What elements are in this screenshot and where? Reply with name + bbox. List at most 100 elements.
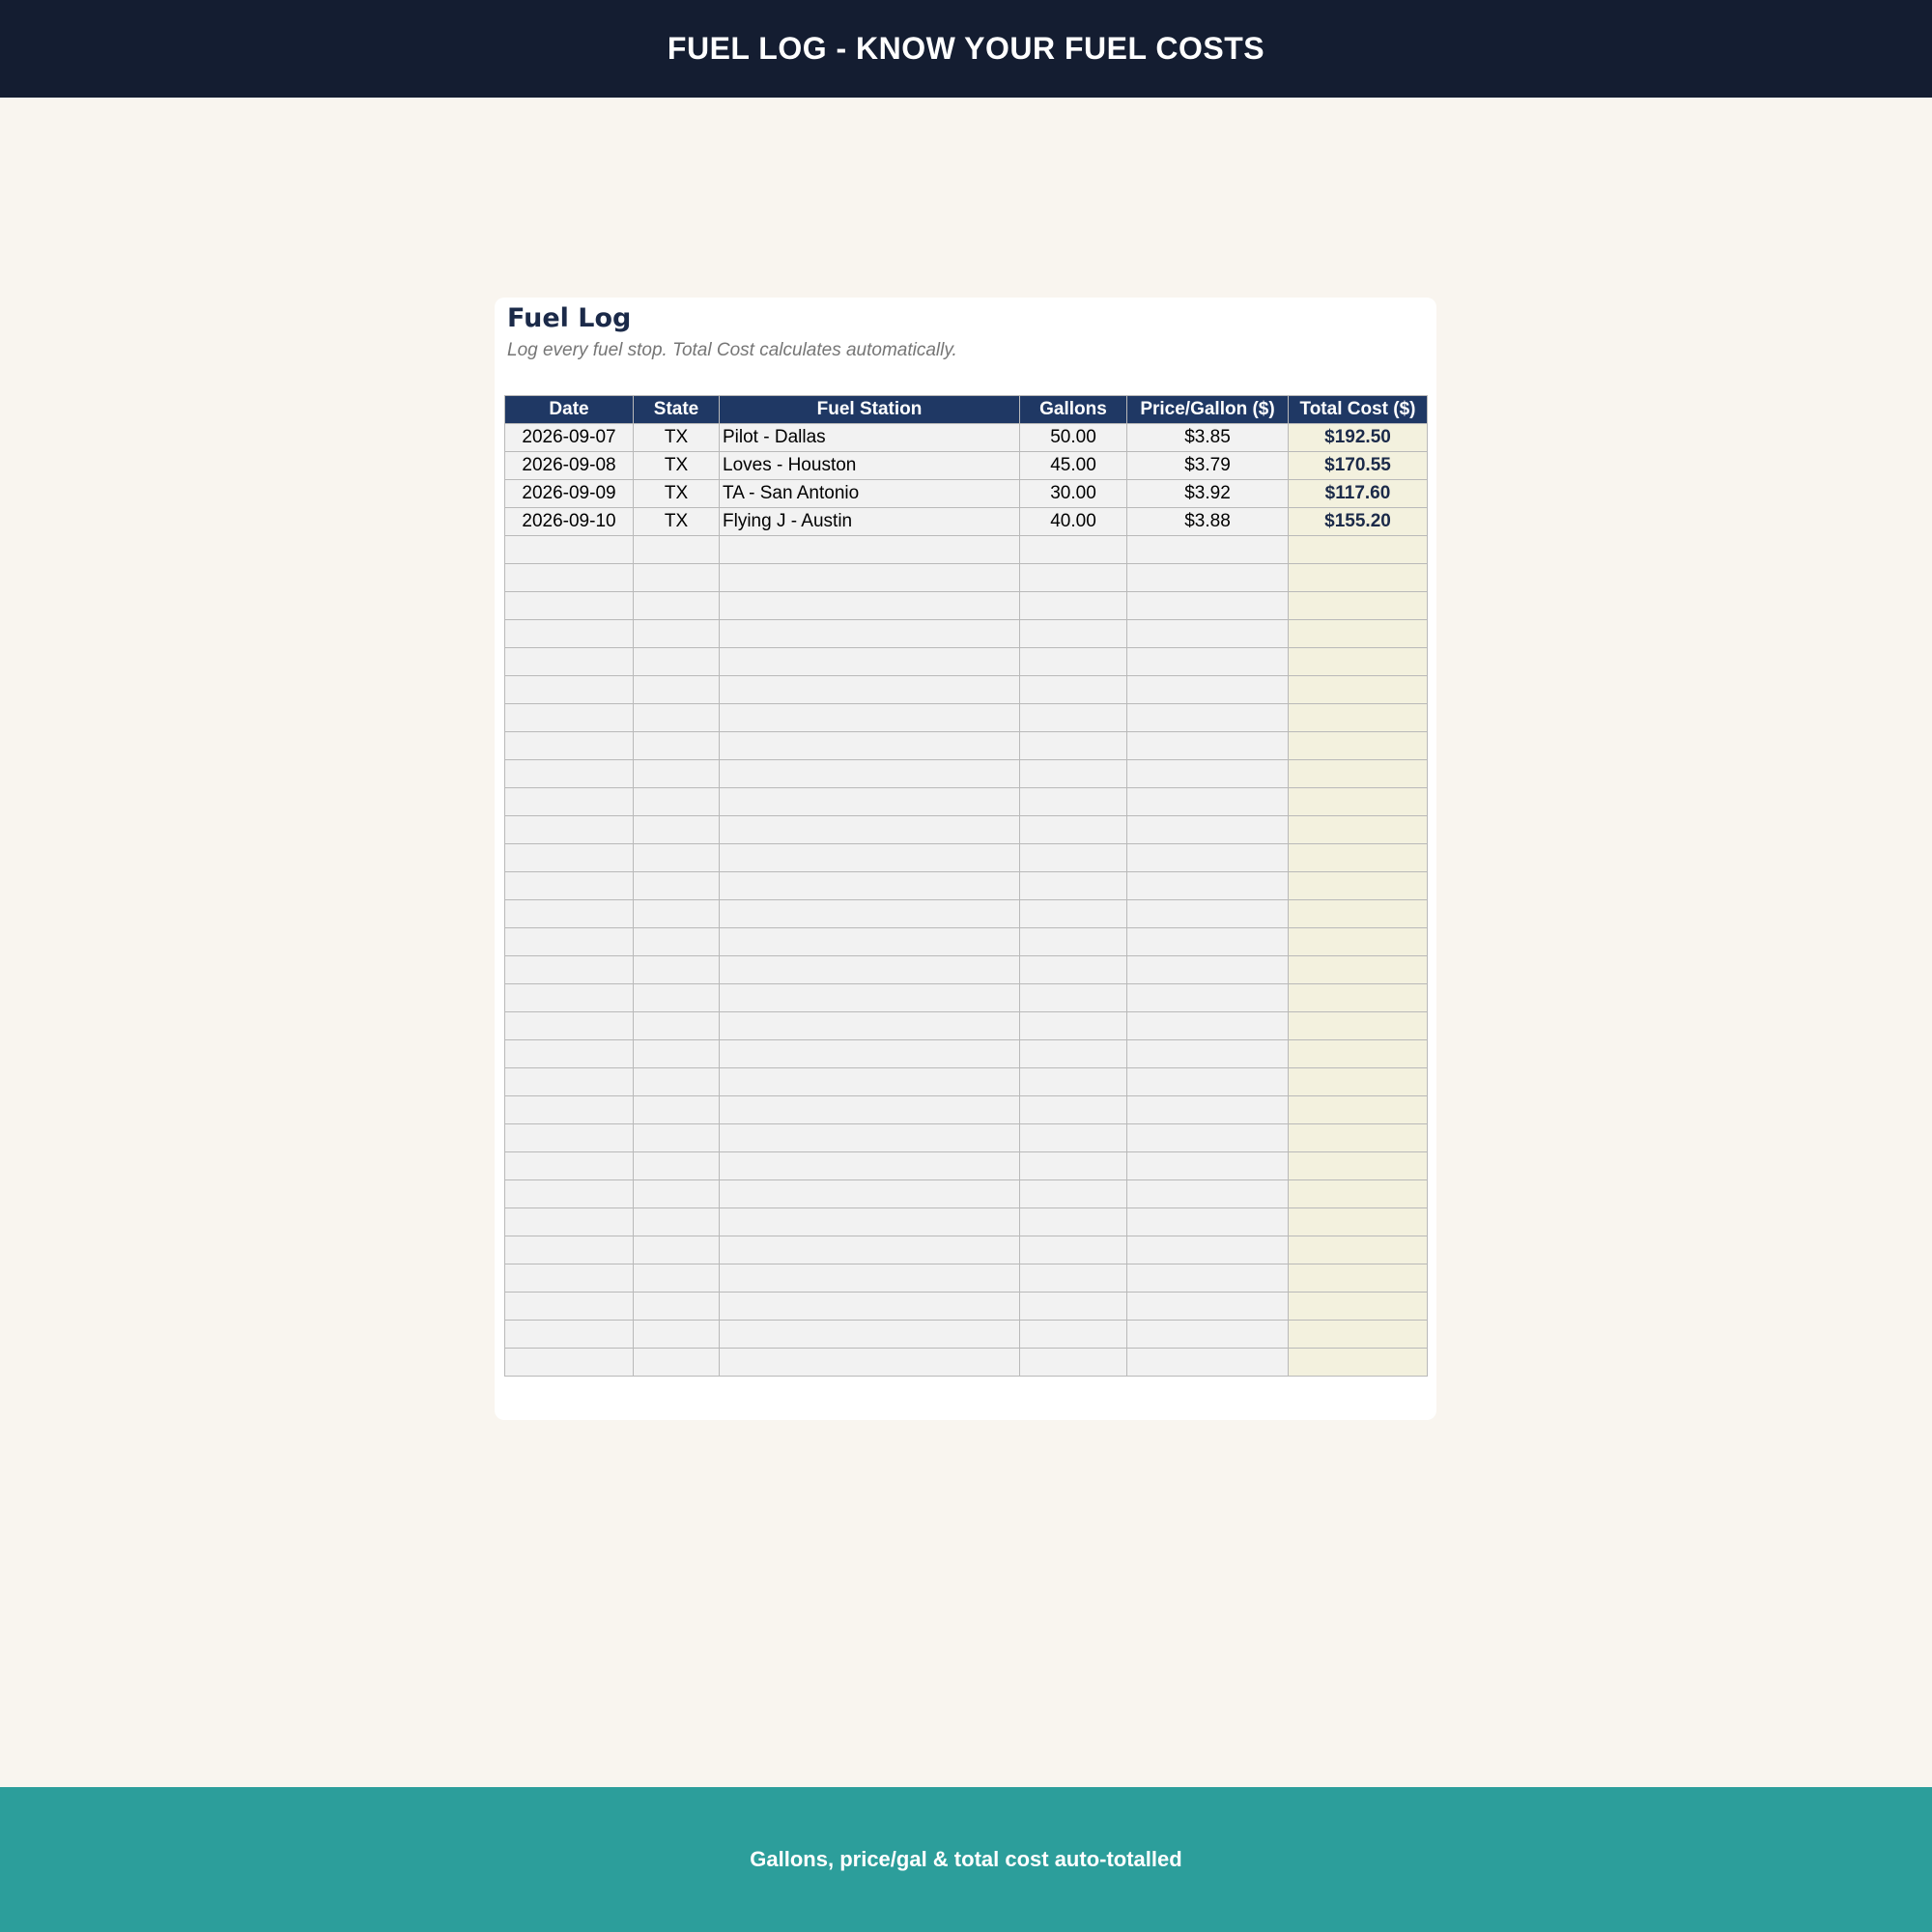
price-per-gallon-cell[interactable]: [1126, 1011, 1289, 1040]
price-per-gallon-cell[interactable]: [1126, 619, 1289, 648]
date-cell[interactable]: [504, 647, 634, 676]
fuel-station-cell[interactable]: [719, 1011, 1020, 1040]
date-cell[interactable]: [504, 1208, 634, 1236]
state-cell[interactable]: [633, 1348, 720, 1377]
date-cell[interactable]: 2026-09-07: [504, 423, 634, 452]
price-per-gallon-cell[interactable]: [1126, 815, 1289, 844]
date-cell[interactable]: [504, 1264, 634, 1293]
price-per-gallon-cell[interactable]: [1126, 731, 1289, 760]
state-cell[interactable]: [633, 647, 720, 676]
state-cell[interactable]: [633, 731, 720, 760]
column-header-date[interactable]: Date: [504, 395, 634, 424]
fuel-station-cell[interactable]: Flying J - Austin: [719, 507, 1020, 536]
date-cell[interactable]: 2026-09-10: [504, 507, 634, 536]
state-cell[interactable]: [633, 983, 720, 1012]
price-per-gallon-cell[interactable]: [1126, 1320, 1289, 1349]
gallons-cell[interactable]: 40.00: [1019, 507, 1127, 536]
gallons-cell[interactable]: [1019, 1039, 1127, 1068]
price-per-gallon-cell[interactable]: [1126, 759, 1289, 788]
fuel-station-cell[interactable]: [719, 535, 1020, 564]
date-cell[interactable]: [504, 1320, 634, 1349]
state-cell[interactable]: [633, 703, 720, 732]
gallons-cell[interactable]: [1019, 619, 1127, 648]
fuel-station-cell[interactable]: [719, 787, 1020, 816]
state-cell[interactable]: [633, 1320, 720, 1349]
fuel-station-cell[interactable]: [719, 1151, 1020, 1180]
fuel-station-cell[interactable]: [719, 703, 1020, 732]
fuel-station-cell[interactable]: Pilot - Dallas: [719, 423, 1020, 452]
date-cell[interactable]: [504, 1151, 634, 1180]
fuel-station-cell[interactable]: [719, 1264, 1020, 1293]
gallons-cell[interactable]: [1019, 1179, 1127, 1208]
state-cell[interactable]: [633, 1151, 720, 1180]
gallons-cell[interactable]: [1019, 591, 1127, 620]
gallons-cell[interactable]: [1019, 1123, 1127, 1152]
state-cell[interactable]: [633, 1179, 720, 1208]
fuel-station-cell[interactable]: TA - San Antonio: [719, 479, 1020, 508]
state-cell[interactable]: [633, 843, 720, 872]
fuel-station-cell[interactable]: [719, 591, 1020, 620]
date-cell[interactable]: [504, 703, 634, 732]
date-cell[interactable]: [504, 731, 634, 760]
price-per-gallon-cell[interactable]: [1126, 899, 1289, 928]
state-cell[interactable]: [633, 619, 720, 648]
price-per-gallon-cell[interactable]: $3.79: [1126, 451, 1289, 480]
state-cell[interactable]: [633, 927, 720, 956]
fuel-station-cell[interactable]: [719, 1095, 1020, 1124]
price-per-gallon-cell[interactable]: [1126, 1095, 1289, 1124]
state-cell[interactable]: TX: [633, 451, 720, 480]
price-per-gallon-cell[interactable]: [1126, 983, 1289, 1012]
gallons-cell[interactable]: [1019, 1264, 1127, 1293]
fuel-station-cell[interactable]: [719, 955, 1020, 984]
date-cell[interactable]: [504, 535, 634, 564]
price-per-gallon-cell[interactable]: [1126, 787, 1289, 816]
date-cell[interactable]: [504, 815, 634, 844]
state-cell[interactable]: [633, 1208, 720, 1236]
price-per-gallon-cell[interactable]: [1126, 563, 1289, 592]
fuel-station-cell[interactable]: [719, 843, 1020, 872]
price-per-gallon-cell[interactable]: $3.85: [1126, 423, 1289, 452]
date-cell[interactable]: [504, 1348, 634, 1377]
gallons-cell[interactable]: [1019, 815, 1127, 844]
date-cell[interactable]: [504, 927, 634, 956]
gallons-cell[interactable]: [1019, 843, 1127, 872]
gallons-cell[interactable]: [1019, 955, 1127, 984]
column-header-fuel-station[interactable]: Fuel Station: [719, 395, 1020, 424]
gallons-cell[interactable]: [1019, 1292, 1127, 1321]
fuel-station-cell[interactable]: [719, 675, 1020, 704]
state-cell[interactable]: [633, 535, 720, 564]
gallons-cell[interactable]: [1019, 787, 1127, 816]
fuel-station-cell[interactable]: [719, 1292, 1020, 1321]
price-per-gallon-cell[interactable]: [1126, 1179, 1289, 1208]
price-per-gallon-cell[interactable]: [1126, 647, 1289, 676]
gallons-cell[interactable]: [1019, 563, 1127, 592]
date-cell[interactable]: 2026-09-09: [504, 479, 634, 508]
gallons-cell[interactable]: [1019, 759, 1127, 788]
gallons-cell[interactable]: [1019, 1320, 1127, 1349]
date-cell[interactable]: [504, 843, 634, 872]
fuel-station-cell[interactable]: [719, 871, 1020, 900]
date-cell[interactable]: 2026-09-08: [504, 451, 634, 480]
column-header-gallons[interactable]: Gallons: [1019, 395, 1127, 424]
price-per-gallon-cell[interactable]: [1126, 1123, 1289, 1152]
gallons-cell[interactable]: [1019, 1011, 1127, 1040]
date-cell[interactable]: [504, 563, 634, 592]
price-per-gallon-cell[interactable]: $3.92: [1126, 479, 1289, 508]
fuel-station-cell[interactable]: [719, 731, 1020, 760]
column-header-state[interactable]: State: [633, 395, 720, 424]
price-per-gallon-cell[interactable]: [1126, 871, 1289, 900]
state-cell[interactable]: [633, 1292, 720, 1321]
price-per-gallon-cell[interactable]: [1126, 1151, 1289, 1180]
gallons-cell[interactable]: 30.00: [1019, 479, 1127, 508]
state-cell[interactable]: [633, 1236, 720, 1264]
fuel-station-cell[interactable]: [719, 1123, 1020, 1152]
state-cell[interactable]: [633, 1011, 720, 1040]
price-per-gallon-cell[interactable]: [1126, 591, 1289, 620]
date-cell[interactable]: [504, 1039, 634, 1068]
price-per-gallon-cell[interactable]: [1126, 703, 1289, 732]
gallons-cell[interactable]: [1019, 871, 1127, 900]
date-cell[interactable]: [504, 591, 634, 620]
state-cell[interactable]: [633, 591, 720, 620]
gallons-cell[interactable]: 45.00: [1019, 451, 1127, 480]
fuel-station-cell[interactable]: [719, 759, 1020, 788]
